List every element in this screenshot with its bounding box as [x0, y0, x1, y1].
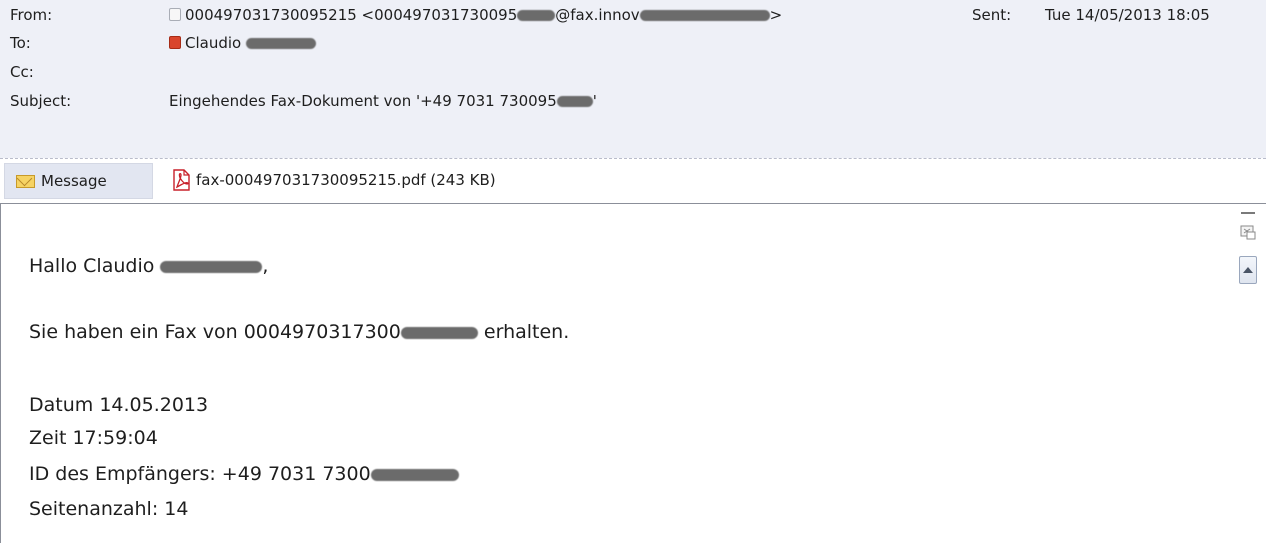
envelope-icon [16, 174, 35, 188]
sent-label: Sent: [972, 6, 1012, 24]
reading-pane-border [0, 203, 1, 543]
greeting: Hallo Claudio , [29, 255, 268, 277]
from-address-suffix: > [769, 6, 783, 24]
from-value[interactable]: 000497031730095215 <000497031730095 @fax.… [169, 6, 782, 24]
fax-received-suffix: erhalten. [483, 321, 570, 343]
fax-received-text: Sie haben ein Fax von 0004970317300 [29, 321, 401, 343]
tab-message[interactable]: Message [4, 163, 153, 199]
redaction-mark [556, 96, 593, 107]
pdf-icon [173, 169, 190, 191]
scroll-ruler [1241, 212, 1255, 214]
to-label: To: [10, 34, 31, 52]
zeit-line: Zeit 17:59:04 [29, 427, 158, 449]
subject-value: Eingehendes Fax-Dokument von '+49 7031 7… [169, 92, 597, 110]
redaction-mark [370, 469, 459, 481]
from-address-prefix: 000497031730095215 <000497031730095 [185, 6, 518, 24]
redaction-mark [517, 10, 556, 21]
tab-message-label: Message [41, 172, 107, 190]
redaction-mark [160, 261, 263, 273]
redaction-mark [400, 327, 478, 339]
message-header: From: 000497031730095215 <00049703173009… [0, 0, 1266, 158]
datum-line: Datum 14.05.2013 [29, 394, 209, 416]
arrow-up-icon[interactable] [1239, 256, 1257, 284]
contact-icon [169, 36, 181, 49]
subject-label: Subject: [10, 92, 72, 110]
subject-suffix: ' [592, 92, 597, 110]
empfaenger-text: ID des Empfängers: +49 7031 7300 [29, 463, 371, 485]
vertical-scrollbar[interactable] [1229, 204, 1266, 543]
attachment-pdf[interactable]: fax-000497031730095215.pdf (243 KB) [170, 169, 496, 191]
fax-received-line: Sie haben ein Fax von 0004970317300 erha… [29, 321, 569, 343]
cc-label: Cc: [10, 63, 34, 81]
redaction-mark [246, 38, 316, 49]
contact-icon [169, 8, 181, 21]
greeting-comma: , [262, 255, 269, 277]
attachment-bar: Message fax-000497031730095215.pdf (243 … [0, 159, 1266, 202]
seitenanzahl-line: Seitenanzahl: 14 [29, 498, 189, 520]
reading-pane-border [0, 203, 1266, 204]
greeting-text: Hallo Claudio [29, 255, 155, 277]
subject-text: Eingehendes Fax-Dokument von '+49 7031 7… [169, 92, 557, 110]
to-name: Claudio [185, 34, 242, 52]
redaction-mark [639, 10, 770, 21]
empfaenger-line: ID des Empfängers: +49 7031 7300 [29, 463, 459, 485]
sent-value: Tue 14/05/2013 18:05 [1045, 6, 1210, 24]
grip-icon[interactable] [1240, 224, 1256, 240]
from-label: From: [10, 6, 53, 24]
to-value[interactable]: Claudio [169, 34, 316, 52]
attachment-label: fax-000497031730095215.pdf (243 KB) [196, 171, 496, 189]
from-address-domain: @fax.innov [555, 6, 640, 24]
